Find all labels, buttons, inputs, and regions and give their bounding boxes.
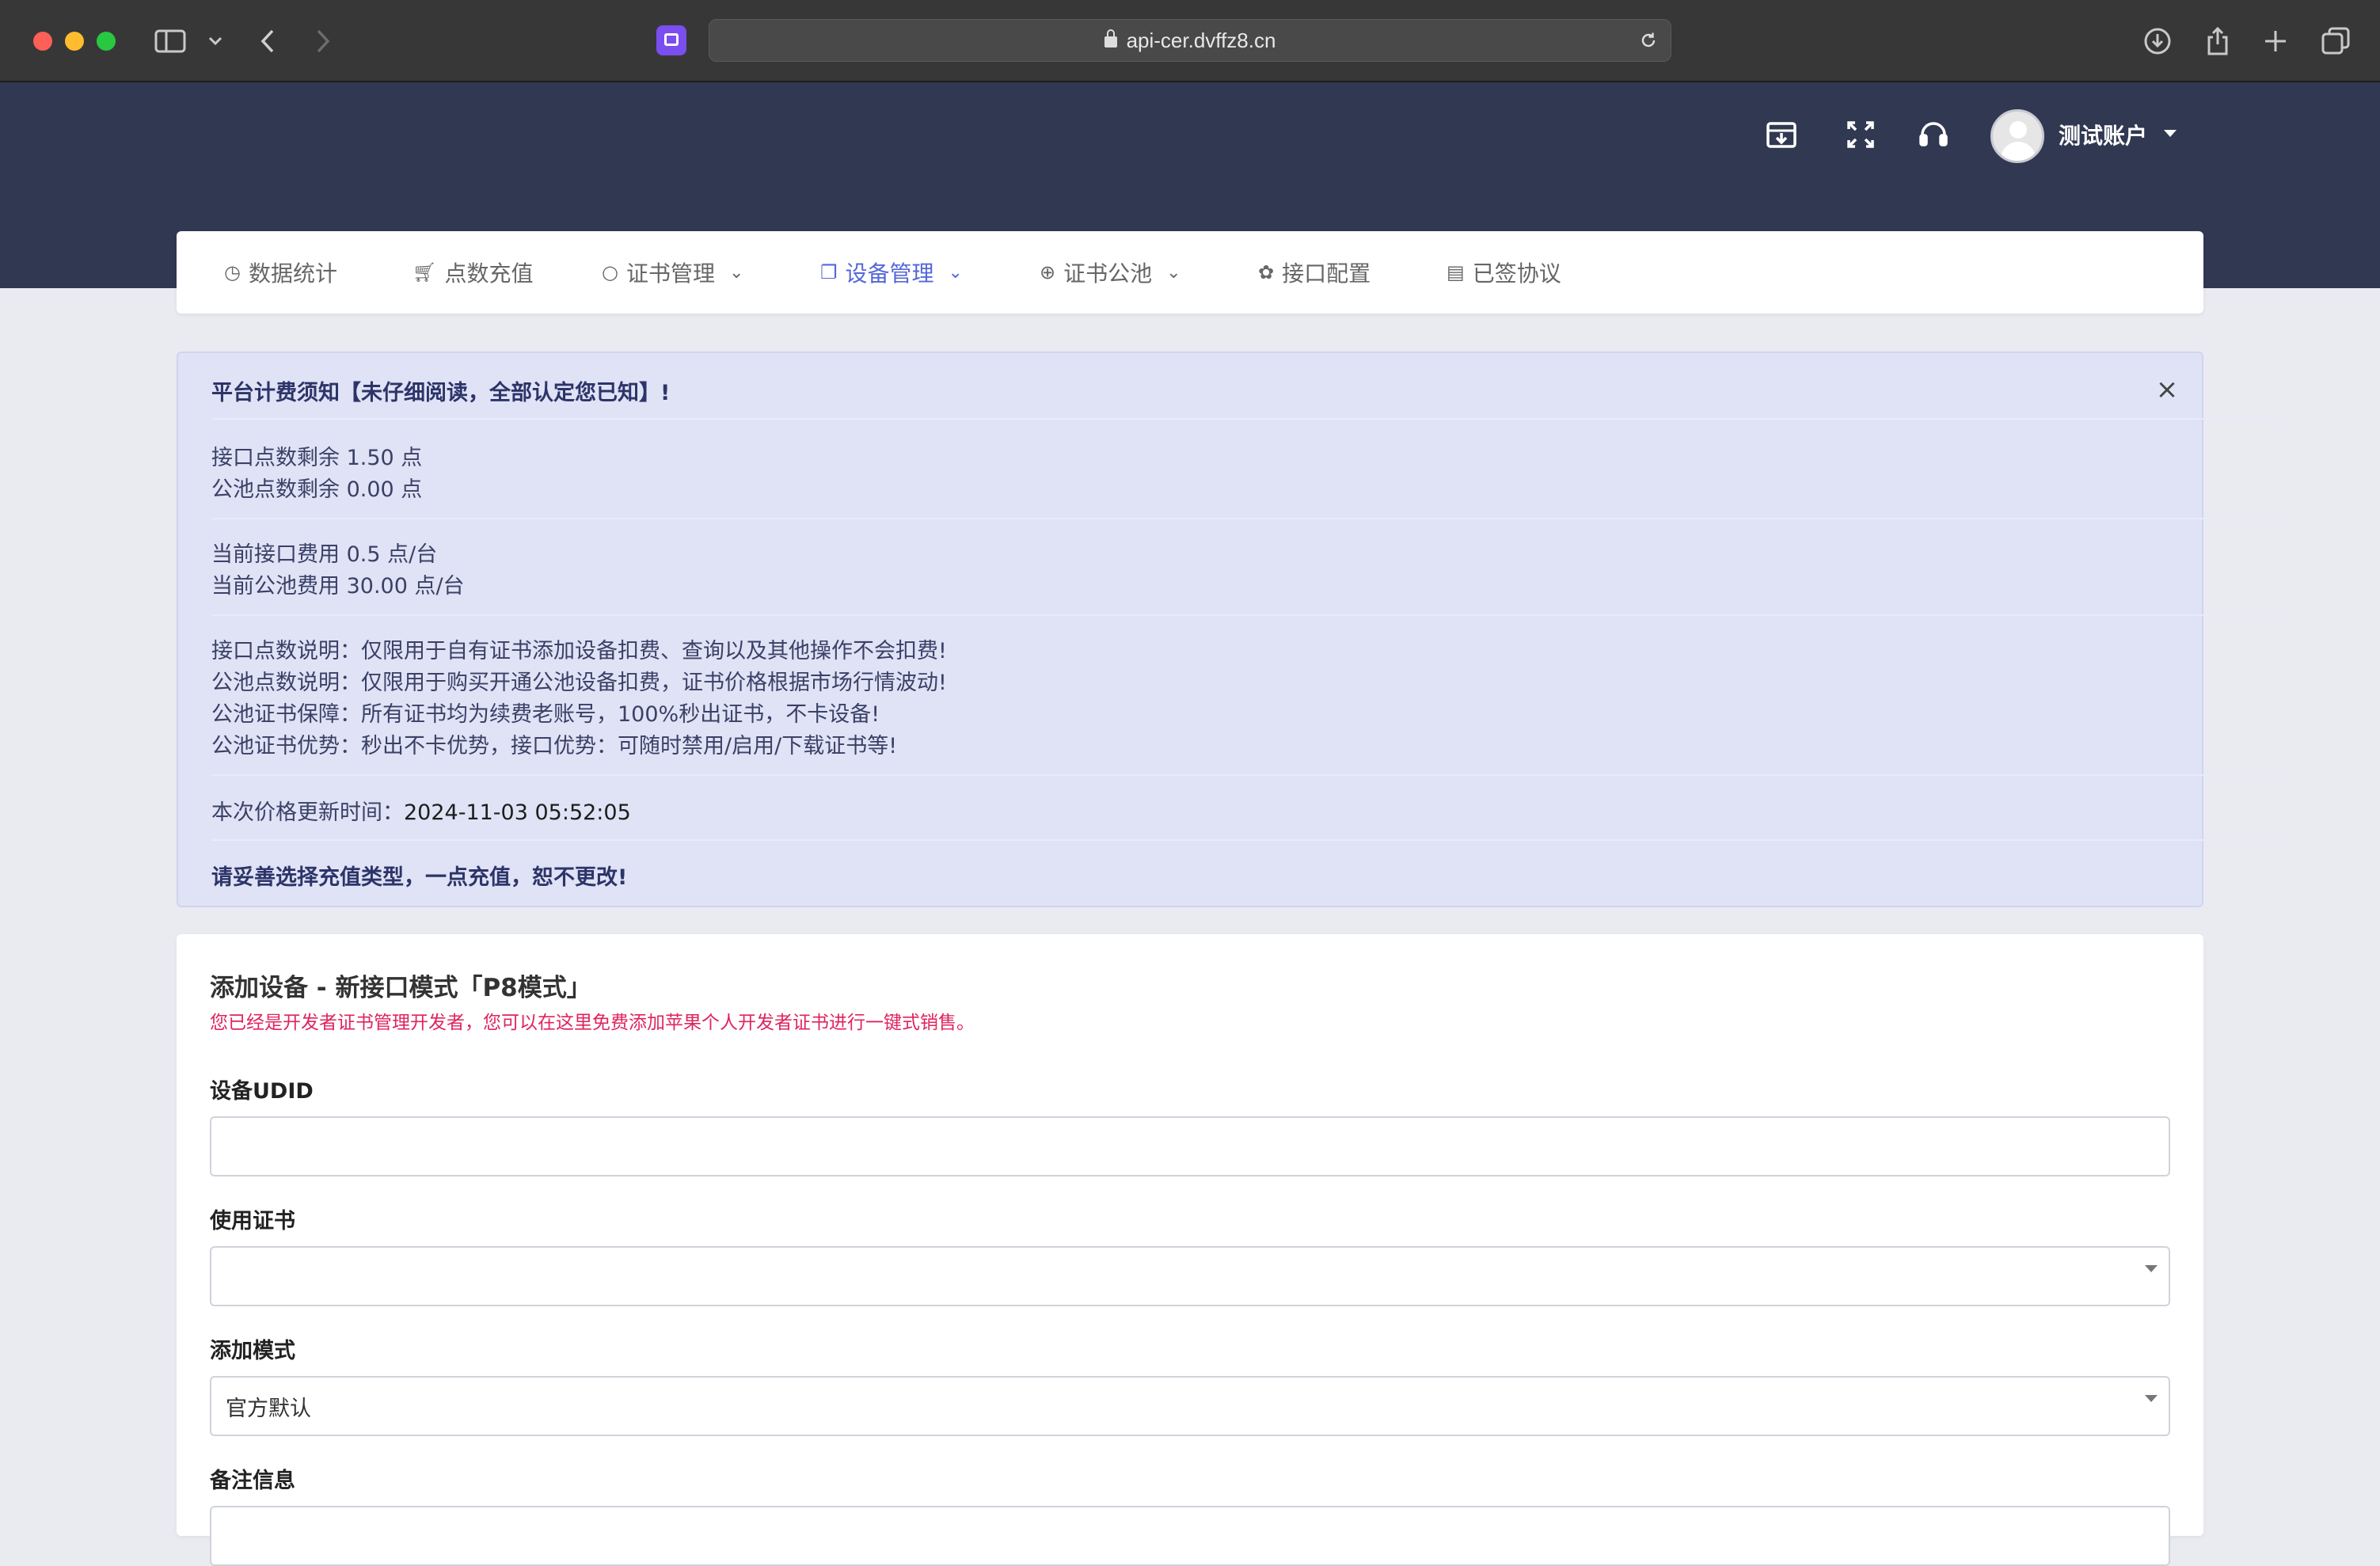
certificate-label: 使用证书 <box>210 1209 295 1233</box>
udid-label: 设备UDID <box>210 1079 314 1104</box>
remark-label: 备注信息 <box>210 1469 295 1493</box>
nav-item-label: 数据统计 <box>248 260 337 287</box>
divider <box>211 418 2279 420</box>
add-mode-select[interactable]: 官方默认 <box>210 1376 2170 1436</box>
divider <box>211 614 2279 616</box>
avatar[interactable] <box>1990 109 2044 163</box>
pool-guarantee: 公池证书保障：所有证书均为续费老账号，100%秒出证书，不卡设备! <box>211 702 880 727</box>
notice-title: 平台计费须知【未仔细阅读，全部认定您已知】! <box>211 381 671 405</box>
nav-item-label: 证书管理 <box>625 260 715 287</box>
minimize-window-button[interactable] <box>65 32 84 51</box>
plus-circle-icon: ⊕ <box>1040 261 1056 283</box>
recharge-warning: 请妥善选择充值类型，一点充值，恕不更改! <box>211 865 628 890</box>
nav-item-recharge[interactable]: 🛒︎ 点数充值 <box>413 231 533 314</box>
sidebar-toggle-icon[interactable] <box>153 24 188 59</box>
add-device-form: 添加设备 - 新接口模式「P8模式」 您已经是开发者证书管理开发者，您可以在这里… <box>177 934 2203 1566</box>
form-title: 添加设备 - 新接口模式「P8模式」 <box>210 974 591 1002</box>
nav-item-label: 已签协议 <box>1472 260 1561 287</box>
price-update-label: 本次价格更新时间： <box>211 800 404 825</box>
headset-support-icon[interactable] <box>1910 111 1957 158</box>
chevron-down-icon: ⌄ <box>728 262 744 283</box>
api-points-description: 接口点数说明：仅限用于自有证书添加设备扣费、查询以及其他操作不会扣费! <box>211 639 947 663</box>
pool-fee: 当前公池费用 30.00 点/台 <box>211 574 465 599</box>
price-update-line: 本次价格更新时间：2024-11-03 05:52:05 <box>211 795 631 826</box>
api-points-remaining: 接口点数剩余 1.50 点 <box>211 446 423 470</box>
add-mode-select-value: 官方默认 <box>226 1396 311 1421</box>
lock-icon <box>1104 29 1117 48</box>
nav-item-cert-pool[interactable]: ⊕ 证书公池 ⌄ <box>1040 231 1181 314</box>
pool-advantage: 公池证书优势：秒出不卡优势，接口优势：可随时禁用/启用/下载证书等! <box>211 734 898 758</box>
account-caret-icon[interactable] <box>2164 130 2177 137</box>
url-text: api-cer.dvffz8.cn <box>1126 28 1276 52</box>
pool-points-description: 公池点数说明：仅限用于购买开通公池设备扣费，证书价格根据市场行情波动! <box>211 671 947 695</box>
document-icon: ▤ <box>1447 261 1465 283</box>
remark-input[interactable] <box>210 1506 2170 1566</box>
divider <box>211 518 2279 519</box>
share-icon[interactable] <box>2200 24 2235 59</box>
divider <box>211 839 2279 841</box>
reload-icon[interactable] <box>1639 31 1658 50</box>
form-subtitle: 您已经是开发者证书管理开发者，您可以在这里免费添加苹果个人开发者证书进行一键式销… <box>210 1013 975 1033</box>
clock-icon: ◷ <box>224 261 241 283</box>
select-arrow-icon <box>2145 1395 2158 1402</box>
billing-notice: 平台计费须知【未仔细阅读，全部认定您已知】! × 接口点数剩余 1.50 点 公… <box>177 352 2279 907</box>
back-arrow-icon[interactable] <box>250 24 285 59</box>
account-name[interactable]: 测试账户 <box>2059 119 2147 150</box>
price-update-time: 2024-11-03 05:52:05 <box>404 800 631 825</box>
nav-item-label: 证书公池 <box>1063 260 1153 287</box>
download-box-icon[interactable] <box>1758 111 1805 158</box>
cart-icon: 🛒︎ <box>413 261 437 283</box>
close-window-button[interactable] <box>33 32 52 51</box>
add-mode-label: 添加模式 <box>210 1339 295 1363</box>
nav-item-agreements[interactable]: ▤ 已签协议 <box>1447 231 1561 314</box>
chevron-down-icon: ⌄ <box>948 262 963 283</box>
select-arrow-icon <box>2145 1265 2158 1272</box>
nav-item-devices[interactable]: ❐ 设备管理 ⌄ <box>820 231 963 314</box>
chevron-down-icon: ⌄ <box>1166 262 1181 283</box>
address-bar[interactable]: api-cer.dvffz8.cn <box>709 19 1671 62</box>
tab-overview-icon[interactable] <box>2318 24 2353 59</box>
udid-input[interactable] <box>210 1116 2170 1176</box>
circle-icon: ○ <box>602 261 618 283</box>
divider <box>211 774 2279 776</box>
puzzle-icon: ✿ <box>1258 261 1275 283</box>
forward-arrow-icon[interactable] <box>306 24 340 59</box>
browser-toolbar: api-cer.dvffz8.cn <box>0 0 2380 82</box>
zoom-window-button[interactable] <box>97 32 116 51</box>
close-icon[interactable]: × <box>2153 375 2181 404</box>
extension-icon[interactable] <box>656 25 686 55</box>
main-nav: ◷ 数据统计 🛒︎ 点数充值 ○ 证书管理 ⌄ ❐ 设备管理 ⌄ ⊕ 证书公池 … <box>177 231 2203 314</box>
nav-item-certificates[interactable]: ○ 证书管理 ⌄ <box>602 231 743 314</box>
pool-points-remaining: 公池点数剩余 0.00 点 <box>211 477 423 502</box>
nav-item-label: 设备管理 <box>845 260 934 287</box>
api-fee: 当前接口费用 0.5 点/台 <box>211 542 438 567</box>
downloads-icon[interactable] <box>2140 24 2175 59</box>
window-icon: ❐ <box>820 261 838 283</box>
nav-item-stats[interactable]: ◷ 数据统计 <box>224 231 337 314</box>
nav-item-api-config[interactable]: ✿ 接口配置 <box>1258 231 1371 314</box>
certificate-select[interactable] <box>210 1246 2170 1306</box>
nav-item-label: 接口配置 <box>1282 260 1371 287</box>
new-tab-icon[interactable] <box>2258 24 2293 59</box>
nav-item-label: 点数充值 <box>444 260 534 287</box>
fullscreen-icon[interactable] <box>1837 111 1884 158</box>
sidebar-menu-chevron-icon[interactable] <box>198 24 233 59</box>
